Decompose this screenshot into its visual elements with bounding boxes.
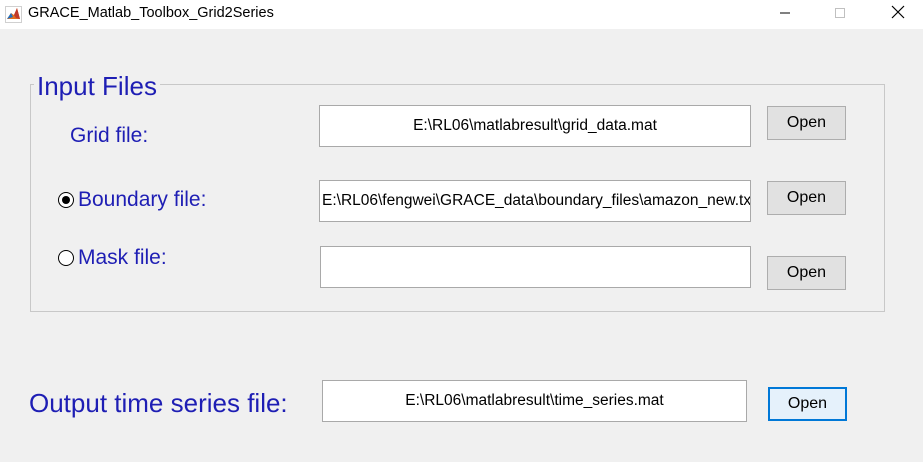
output-file-field[interactable]: E:\RL06\matlabresult\time_series.mat — [322, 380, 747, 422]
title-bar: GRACE_Matlab_Toolbox_Grid2Series — [0, 0, 923, 29]
close-button[interactable] — [873, 0, 923, 29]
boundary-file-label[interactable]: Boundary file: — [78, 188, 206, 212]
minimize-button[interactable] — [760, 0, 810, 29]
grid-file-label: Grid file: — [70, 124, 149, 147]
mask-open-button[interactable]: Open — [767, 256, 846, 290]
mask-file-field[interactable] — [320, 246, 751, 288]
input-files-title: Input Files — [34, 71, 160, 101]
radio-selected-dot — [62, 196, 70, 204]
dialog-content: Input Files Grid file: E:\RL06\matlabres… — [0, 29, 923, 462]
matlab-icon — [5, 6, 22, 23]
boundary-radio[interactable] — [58, 192, 74, 208]
output-open-button[interactable]: Open — [768, 387, 847, 421]
grid-open-button[interactable]: Open — [767, 106, 846, 140]
mask-radio[interactable] — [58, 250, 74, 266]
grid-file-field[interactable]: E:\RL06\matlabresult\grid_data.mat — [319, 105, 751, 147]
mask-file-label[interactable]: Mask file: — [78, 246, 167, 270]
boundary-open-button[interactable]: Open — [767, 181, 846, 215]
window-title: GRACE_Matlab_Toolbox_Grid2Series — [28, 5, 274, 21]
boundary-file-field[interactable]: E:\RL06\fengwei\GRACE_data\boundary_file… — [319, 180, 751, 222]
maximize-button[interactable] — [815, 0, 865, 29]
close-icon — [891, 5, 905, 24]
output-file-label: Output time series file: — [29, 388, 288, 418]
maximize-icon — [834, 6, 846, 24]
minimize-icon — [779, 6, 791, 24]
